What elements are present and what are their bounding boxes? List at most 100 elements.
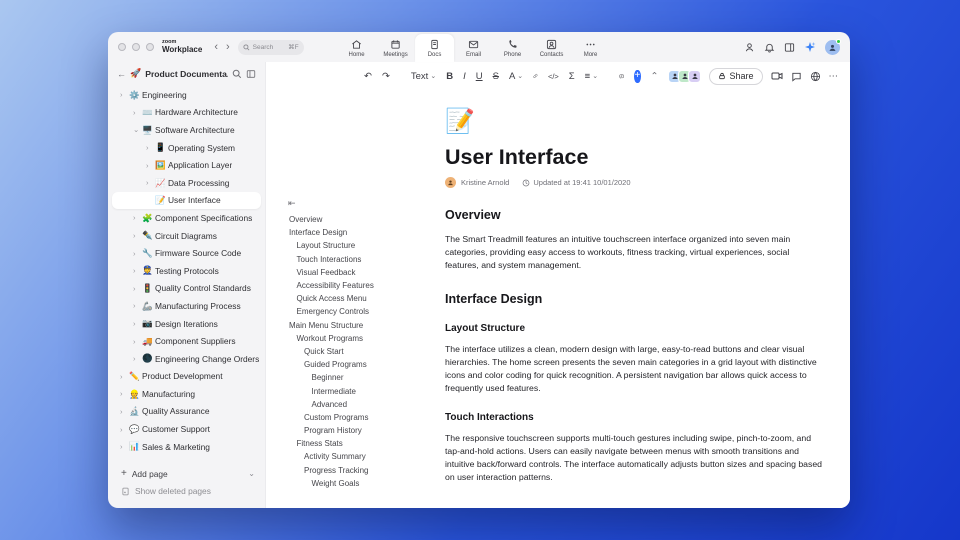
page-tree-item[interactable]: › 📱 Operating System [108, 139, 265, 157]
sidebar-search-icon[interactable] [232, 69, 242, 79]
undo-button[interactable]: ↶ [364, 71, 372, 82]
doc-section-text[interactable]: The interface utilizes a clean, modern d… [445, 343, 822, 395]
page-tree-item[interactable]: › 🖼️ Application Layer [108, 156, 265, 174]
underline-button[interactable]: U [476, 71, 483, 82]
outline-item[interactable]: Quick Access Menu [266, 292, 433, 305]
expand-chevron-icon[interactable]: › [146, 161, 155, 170]
expand-chevron-icon[interactable]: › [133, 337, 142, 346]
page-tree-item[interactable]: › ✒️ Circuit Diagrams [108, 227, 265, 245]
doc-section-text[interactable]: The Smart Treadmill features an intuitiv… [445, 233, 822, 272]
link-icon[interactable] [533, 71, 538, 81]
tab-home[interactable]: Home [337, 34, 376, 62]
maximize-button[interactable] [146, 43, 154, 51]
expand-chevron-icon[interactable]: › [133, 266, 142, 275]
collapse-sidebar-icon[interactable] [246, 69, 256, 79]
collapse-toolbar-button[interactable]: ⌃ [651, 71, 659, 82]
page-tree-item[interactable]: › 🌑 Engineering Change Orders [108, 350, 265, 368]
page-tree-item[interactable]: › 👷 Manufacturing [108, 385, 265, 403]
outline-item[interactable]: Visual Feedback [266, 266, 433, 279]
global-search-input[interactable]: Search ⌘F [237, 39, 304, 55]
expand-chevron-icon[interactable]: › [120, 389, 129, 398]
bold-button[interactable]: B [446, 71, 453, 82]
page-tree-item[interactable]: › 🦾 Manufacturing Process [108, 297, 265, 315]
collaborator-avatar[interactable] [688, 69, 702, 83]
close-button[interactable] [118, 43, 126, 51]
globe-icon[interactable] [810, 71, 821, 82]
outline-item[interactable]: Activity Summary [266, 450, 433, 463]
page-tree-item[interactable]: › 👮 Testing Protocols [108, 262, 265, 280]
panel-icon[interactable] [784, 42, 795, 53]
outline-item[interactable]: Workout Programs [266, 332, 433, 345]
outline-item[interactable]: Fitness Stats [266, 437, 433, 450]
doc-section-text[interactable]: The responsive touchscreen supports mult… [445, 432, 822, 484]
page-tree-item[interactable]: › 📈 Data Processing [108, 174, 265, 192]
expand-chevron-icon[interactable]: › [120, 425, 129, 434]
formula-button[interactable]: Σ [569, 71, 575, 82]
doc-section-text[interactable]: Touch Interactions [445, 412, 822, 423]
expand-chevron-icon[interactable]: › [133, 231, 142, 240]
outline-item[interactable]: Main Menu Structure [266, 319, 433, 332]
bell-icon[interactable] [764, 42, 775, 53]
expand-chevron-icon[interactable]: › [146, 143, 155, 152]
doc-section-text[interactable]: Interface Design [445, 292, 822, 306]
workspace-title[interactable]: Product Documenta... [145, 69, 228, 79]
sidebar-back-button[interactable]: ← [117, 69, 126, 79]
ai-insert-button[interactable]: + [634, 69, 641, 83]
user-avatar[interactable] [825, 38, 841, 55]
outline-item[interactable]: Beginner [266, 371, 433, 384]
page-tree-item[interactable]: › 📊 Sales & Marketing [108, 438, 265, 456]
expand-chevron-icon[interactable]: › [133, 249, 142, 258]
share-button[interactable]: Share [709, 67, 763, 85]
align-dropdown[interactable]: ≡ ⌄ [585, 71, 598, 82]
outline-item[interactable]: Advanced [266, 398, 433, 411]
expand-chevron-icon[interactable]: › [120, 372, 129, 381]
comment-icon[interactable] [619, 71, 624, 82]
tab-meetings[interactable]: Meetings [376, 34, 415, 62]
add-page-button[interactable]: + Add page ⌄ [108, 465, 265, 483]
collapse-outline-icon[interactable]: ⇤ [266, 198, 433, 213]
tab-contacts[interactable]: Contacts [532, 34, 571, 62]
outline-item[interactable]: Touch Interactions [266, 253, 433, 266]
video-icon[interactable] [771, 70, 783, 82]
redo-button[interactable]: ↷ [382, 71, 390, 82]
page-tree-item[interactable]: › 🧩 Component Specifications [108, 209, 265, 227]
outline-item[interactable]: Intermediate [266, 384, 433, 397]
outline-item[interactable]: Layout Structure [266, 239, 433, 252]
text-color-button[interactable]: A ⌄ [509, 71, 523, 82]
outline-item[interactable]: Program History [266, 424, 433, 437]
expand-chevron-icon[interactable]: › [133, 284, 142, 293]
expand-chevron-icon[interactable]: › [133, 301, 142, 310]
tab-docs[interactable]: Docs [415, 34, 455, 62]
tab-phone[interactable]: Phone [493, 34, 532, 62]
page-tree-item[interactable]: › ⌨️ Hardware Architecture [108, 104, 265, 122]
chevron-down-icon[interactable]: ⌄ [248, 469, 255, 478]
expand-chevron-icon[interactable]: › [120, 90, 129, 99]
outline-item[interactable]: Quick Start [266, 345, 433, 358]
expand-chevron-icon[interactable]: › [133, 213, 142, 222]
back-button[interactable]: ‹ [210, 41, 222, 53]
page-tree-item[interactable]: › 🚚 Component Suppliers [108, 332, 265, 350]
page-tree-item[interactable]: › ⚙️ Engineering [108, 86, 265, 104]
tab-more[interactable]: More [571, 34, 610, 62]
chat-icon[interactable] [791, 71, 802, 82]
ai-companion-sparkle-icon[interactable] [804, 41, 816, 53]
outline-item[interactable]: Custom Programs [266, 411, 433, 424]
expand-chevron-icon[interactable]: › [120, 407, 129, 416]
expand-chevron-icon[interactable]: ⌄ [133, 125, 142, 134]
page-tree-item[interactable]: › 💬 Customer Support [108, 420, 265, 438]
expand-chevron-icon[interactable]: › [133, 354, 142, 363]
page-tree-item[interactable]: › 📷 Design Iterations [108, 315, 265, 333]
doc-section-text[interactable]: Layout Structure [445, 323, 822, 334]
outline-item[interactable]: Progress Tracking [266, 464, 433, 477]
minimize-button[interactable] [132, 43, 140, 51]
italic-button[interactable]: I [463, 71, 466, 82]
page-tree-item[interactable]: › 🔧 Firmware Source Code [108, 244, 265, 262]
page-tree-item[interactable]: 📝 User Interface [112, 191, 261, 210]
page-tree-item[interactable]: ⌄ 🖥️ Software Architecture [108, 121, 265, 139]
outline-item[interactable]: Overview [266, 213, 433, 226]
more-options-button[interactable]: ⋯ [829, 71, 839, 82]
tab-email[interactable]: Email [454, 34, 493, 62]
text-style-dropdown[interactable]: Text ⌄ [411, 71, 436, 82]
strikethrough-button[interactable]: S [493, 71, 499, 82]
expand-chevron-icon[interactable]: › [133, 108, 142, 117]
